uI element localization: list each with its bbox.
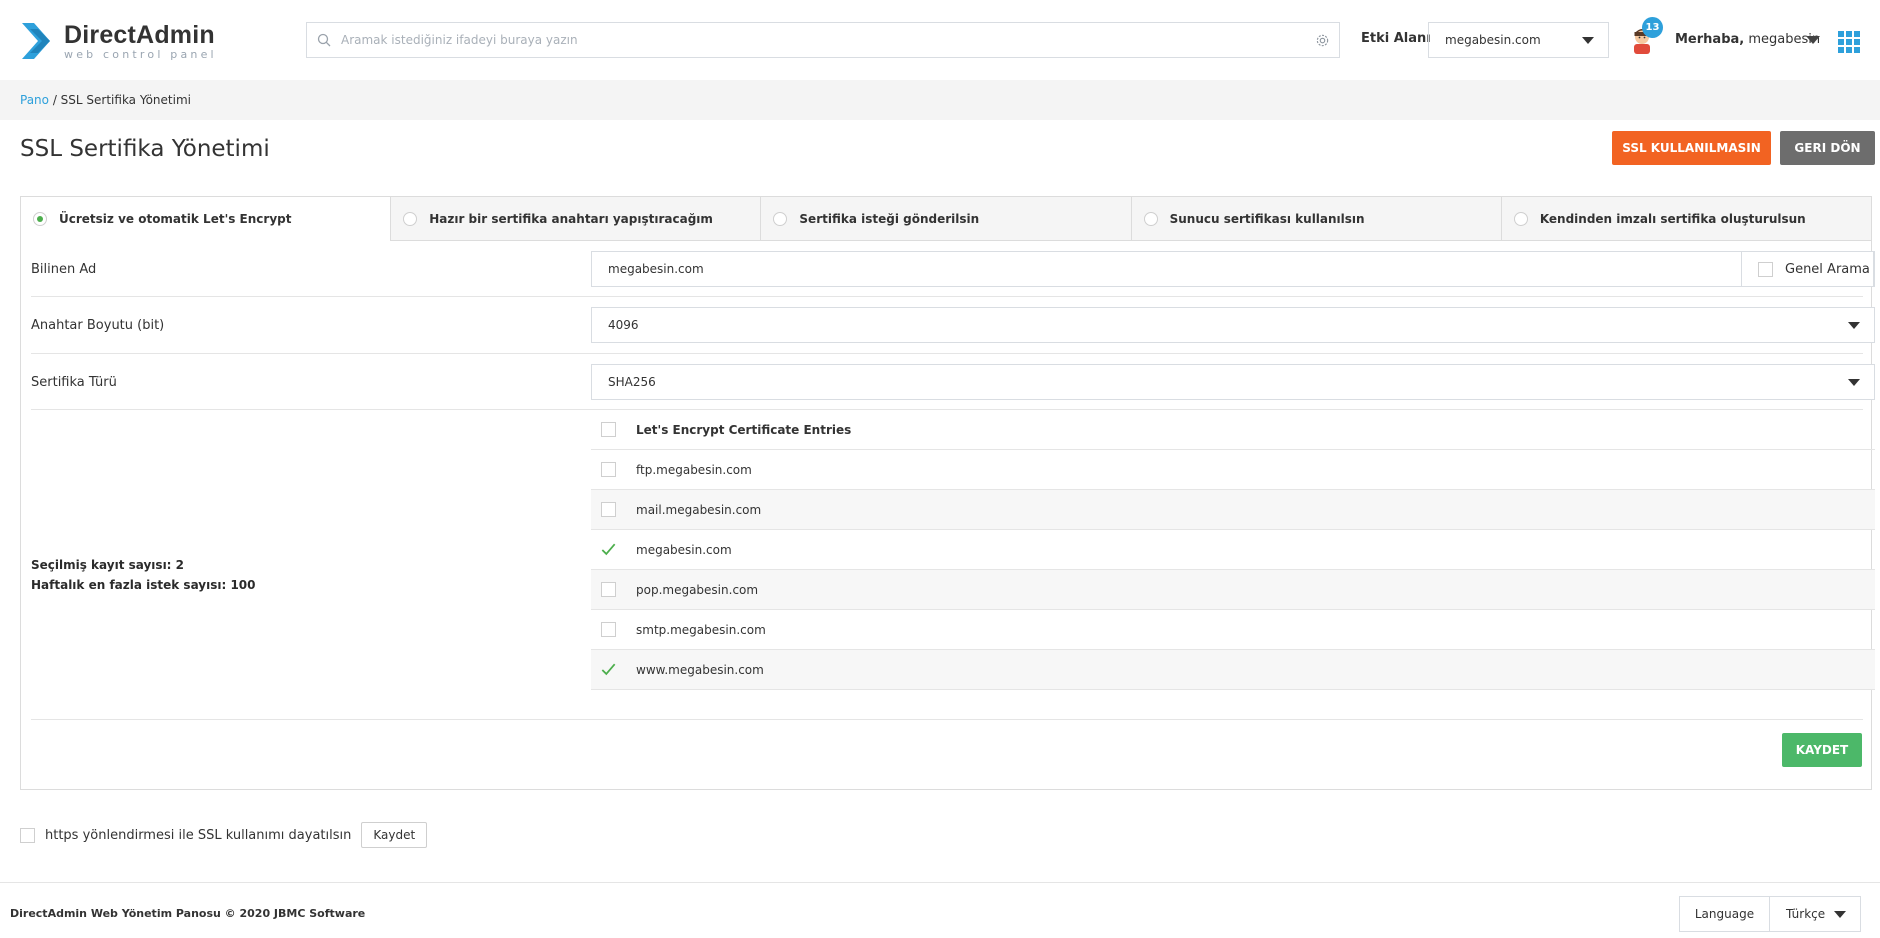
common-name-field[interactable]: megabesin.com Genel Arama xyxy=(591,251,1875,287)
list-item[interactable]: pop.megabesin.com xyxy=(591,570,1875,610)
language-selector[interactable]: Language Türkçe xyxy=(1679,896,1861,932)
list-item[interactable]: ftp.megabesin.com xyxy=(591,450,1875,490)
tab-letsencrypt[interactable]: Ücretsiz ve otomatik Let's Encrypt xyxy=(21,197,391,241)
tab-self-signed[interactable]: Kendinden imzalı sertifika oluşturulsun xyxy=(1500,197,1872,241)
common-name-value: megabesin.com xyxy=(608,262,704,276)
entry-checkbox[interactable] xyxy=(601,622,616,637)
domain-select-value: megabesin.com xyxy=(1445,33,1541,47)
list-item[interactable]: megabesin.com xyxy=(591,530,1875,570)
language-value: Türkçe xyxy=(1786,907,1826,921)
back-button[interactable]: GERI DÖN xyxy=(1780,131,1875,165)
tab-paste-certificate[interactable]: Hazır bir sertifika anahtarı yapıştıraca… xyxy=(390,197,761,241)
chevron-down-icon xyxy=(1834,911,1846,918)
radio-letsencrypt[interactable] xyxy=(33,211,47,226)
https-redirect-label: https yönlendirmesi ile SSL kullanımı da… xyxy=(45,827,352,843)
wildcard-label: Genel Arama xyxy=(1785,261,1870,277)
directadmin-logo[interactable]: DirectAdmin web control panel xyxy=(20,18,217,64)
entry-checkbox-checked[interactable] xyxy=(601,662,616,677)
top-header: DirectAdmin web control panel Etki Alanı… xyxy=(0,0,1880,79)
language-label: Language xyxy=(1680,897,1770,931)
chevron-down-icon xyxy=(1848,379,1860,386)
list-item[interactable]: www.megabesin.com xyxy=(591,650,1875,690)
list-item[interactable]: smtp.megabesin.com xyxy=(591,610,1875,650)
key-size-value: 4096 xyxy=(608,318,639,332)
entry-name: pop.megabesin.com xyxy=(636,582,759,597)
tab-self-signed-label: Kendinden imzalı sertifika oluşturulsun xyxy=(1539,211,1806,226)
greeting-prefix: Merhaba, xyxy=(1675,32,1745,47)
disable-ssl-button[interactable]: SSL KULLANILMASIN xyxy=(1612,131,1771,165)
chevron-down-icon xyxy=(1582,37,1594,44)
domain-label: Etki Alanı xyxy=(1361,31,1431,46)
apps-grid-icon[interactable] xyxy=(1838,31,1860,53)
logo-name: DirectAdmin xyxy=(64,20,215,49)
https-redirect-save-button[interactable]: Kaydet xyxy=(361,822,428,848)
radio-self-signed[interactable] xyxy=(1513,211,1528,226)
radio-certificate-request[interactable] xyxy=(773,211,788,226)
cert-type-value: SHA256 xyxy=(608,375,656,389)
footer-copyright: DirectAdmin Web Yönetim Panosu © 2020 JB… xyxy=(10,907,366,920)
checkmark-icon xyxy=(601,543,616,556)
key-size-row: Anahtar Boyutu (bit) 4096 xyxy=(31,297,1875,354)
search-input[interactable] xyxy=(341,33,1305,47)
domain-select[interactable]: megabesin.com xyxy=(1428,22,1609,58)
entry-name: mail.megabesin.com xyxy=(636,502,762,517)
user-greeting[interactable]: Merhaba, megabesin xyxy=(1675,32,1820,47)
entries-header-row: Let's Encrypt Certificate Entries xyxy=(591,410,1875,450)
common-name-label: Bilinen Ad xyxy=(31,262,97,277)
https-redirect-checkbox[interactable] xyxy=(20,827,35,843)
entry-checkbox[interactable] xyxy=(601,582,616,597)
radio-server-certificate[interactable] xyxy=(1143,211,1158,226)
entry-name: smtp.megabesin.com xyxy=(636,622,766,637)
cert-type-select[interactable]: SHA256 xyxy=(591,364,1875,400)
tab-certificate-request-label: Sertifika isteği gönderilsin xyxy=(799,211,980,226)
key-size-select[interactable]: 4096 xyxy=(591,307,1875,343)
common-name-row: Bilinen Ad megabesin.com Genel Arama xyxy=(31,241,1875,297)
tab-letsencrypt-label: Ücretsiz ve otomatik Let's Encrypt xyxy=(59,211,292,226)
notification-badge[interactable]: 13 xyxy=(1642,17,1663,38)
selected-count: Seçilmiş kayıt sayısı: 2 xyxy=(31,558,185,572)
tab-paste-certificate-label: Hazır bir sertifika anahtarı yapıştıraca… xyxy=(429,211,713,226)
entry-name: ftp.megabesin.com xyxy=(636,462,752,477)
list-item[interactable]: mail.megabesin.com xyxy=(591,490,1875,530)
breadcrumb-home-link[interactable]: Pano xyxy=(20,93,49,107)
ssl-mode-tabs: Ücretsiz ve otomatik Let's Encrypt Hazır… xyxy=(21,197,1872,241)
entry-checkbox[interactable] xyxy=(601,502,616,517)
language-select[interactable]: Türkçe xyxy=(1770,897,1860,931)
breadcrumb-separator: / xyxy=(49,93,61,107)
select-all-checkbox[interactable] xyxy=(601,422,616,437)
tab-certificate-request[interactable]: Sertifika isteği gönderilsin xyxy=(760,197,1131,241)
wildcard-checkbox[interactable] xyxy=(1758,261,1773,277)
cert-type-label: Sertifika Türü xyxy=(31,375,117,390)
entry-checkbox[interactable] xyxy=(601,462,616,477)
search-bar[interactable] xyxy=(306,22,1340,58)
entry-name: megabesin.com xyxy=(636,542,732,557)
radio-paste-certificate[interactable] xyxy=(403,211,418,226)
footer: DirectAdmin Web Yönetim Panosu © 2020 JB… xyxy=(0,882,1880,938)
logo-chevron-icon xyxy=(22,23,50,59)
chevron-down-icon xyxy=(1848,322,1860,329)
entry-checkbox-checked[interactable] xyxy=(601,542,616,557)
breadcrumb: Pano / SSL Sertifika Yönetimi xyxy=(20,93,191,107)
tab-server-certificate[interactable]: Sunucu sertifikası kullanılsın xyxy=(1130,197,1501,241)
https-redirect-row: https yönlendirmesi ile SSL kullanımı da… xyxy=(20,822,428,848)
weekly-limit: Haftalık en fazla istek sayısı: 100 xyxy=(31,578,256,592)
search-icon xyxy=(307,33,341,47)
checkmark-icon xyxy=(601,663,616,676)
breadcrumb-bar xyxy=(0,80,1880,120)
ssl-settings-panel: Ücretsiz ve otomatik Let's Encrypt Hazır… xyxy=(20,196,1875,790)
user-menu-chevron-down-icon[interactable] xyxy=(1806,36,1820,44)
logo-tagline: web control panel xyxy=(64,47,217,61)
wildcard-option[interactable]: Genel Arama xyxy=(1741,251,1874,287)
cert-type-row: Sertifika Türü SHA256 xyxy=(31,354,1875,410)
certificate-entries-list: Let's Encrypt Certificate Entries ftp.me… xyxy=(591,410,1875,690)
entry-name: www.megabesin.com xyxy=(636,662,764,677)
breadcrumb-current: SSL Sertifika Yönetimi xyxy=(60,93,191,107)
gear-icon[interactable] xyxy=(1305,33,1339,48)
page-title: SSL Sertifika Yönetimi xyxy=(20,136,270,162)
save-button[interactable]: KAYDET xyxy=(1782,733,1862,767)
key-size-label: Anahtar Boyutu (bit) xyxy=(31,318,165,333)
entry-stats: Seçilmiş kayıt sayısı: 2 Haftalık en faz… xyxy=(31,555,256,595)
tab-server-certificate-label: Sunucu sertifikası kullanılsın xyxy=(1169,211,1365,226)
entries-header-label: Let's Encrypt Certificate Entries xyxy=(636,422,852,437)
